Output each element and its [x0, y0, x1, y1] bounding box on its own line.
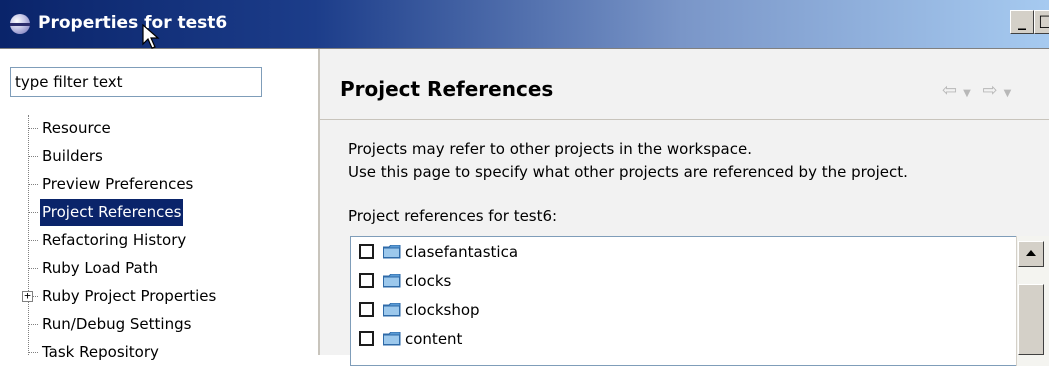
mouse-cursor-icon	[142, 24, 160, 49]
filter-input[interactable]	[10, 67, 262, 97]
project-references-list[interactable]: clasefantastica clocks clockshop content	[350, 236, 1049, 366]
window-title: Properties for test6	[38, 13, 228, 33]
tree-item-label: Task Repository	[42, 343, 159, 361]
checkbox[interactable]	[359, 302, 374, 317]
checkbox[interactable]	[359, 273, 374, 288]
tree-item-label: Project References	[40, 199, 184, 226]
project-name: content	[405, 330, 463, 348]
description-line: Use this page to specify what other proj…	[348, 163, 908, 181]
project-name: clockshop	[405, 301, 480, 319]
tree-item-label: Resource	[42, 119, 111, 137]
minimize-button[interactable]: _	[1010, 10, 1034, 34]
scroll-up-button[interactable]	[1018, 241, 1044, 267]
back-arrow-icon[interactable]: ⇦	[942, 80, 957, 101]
description-line: Projects may refer to other projects in …	[348, 140, 752, 158]
title-bar[interactable]: Properties for test6 _ □	[0, 0, 1049, 49]
tree-item-label: Preview Preferences	[42, 175, 194, 193]
tree-guide-line	[28, 115, 29, 355]
forward-dropdown-icon[interactable]: ▼	[1004, 88, 1012, 99]
navigation-arrows: ⇦ ▼ ⇨ ▼	[942, 80, 1017, 101]
back-dropdown-icon[interactable]: ▼	[963, 88, 971, 99]
folder-icon	[383, 245, 401, 259]
tree-item-label: Ruby Project Properties	[42, 287, 217, 305]
checkbox[interactable]	[359, 244, 374, 259]
tree-item-label: Ruby Load Path	[42, 259, 159, 277]
project-name: clocks	[405, 272, 452, 290]
folder-icon	[383, 303, 401, 317]
folder-icon	[383, 332, 401, 346]
folder-icon	[383, 274, 401, 288]
tree-item-label: Refactoring History	[42, 231, 187, 249]
maximize-button[interactable]: □	[1034, 10, 1049, 34]
project-name: clasefantastica	[405, 243, 519, 261]
references-label: Project references for test6:	[348, 207, 558, 225]
forward-arrow-icon[interactable]: ⇨	[983, 80, 998, 101]
checkbox[interactable]	[359, 331, 374, 346]
expand-icon[interactable]: +	[22, 290, 33, 302]
tree-item-label: Builders	[42, 147, 103, 165]
eclipse-icon	[10, 14, 30, 34]
scroll-thumb[interactable]	[1018, 284, 1044, 355]
tree-item-label: Run/Debug Settings	[42, 315, 192, 333]
page-title: Project References	[340, 77, 554, 101]
